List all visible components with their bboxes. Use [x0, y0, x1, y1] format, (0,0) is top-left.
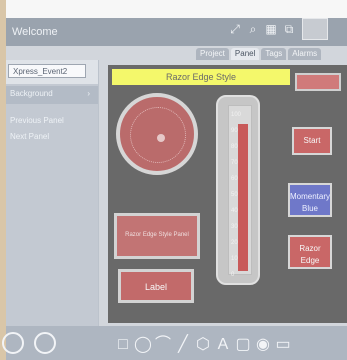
top-area — [6, 0, 347, 19]
razor-edge-panel[interactable]: Razor Edge Style Panel — [114, 213, 200, 259]
page-icon-button[interactable] — [302, 18, 328, 40]
canvas-title: Razor Edge Style — [112, 69, 290, 85]
tab-panel[interactable]: Panel — [230, 48, 260, 60]
razor-edge-panel-label: Razor Edge Style Panel — [125, 232, 189, 238]
background-row[interactable]: Background › — [6, 86, 98, 104]
tick-70: 70 — [231, 160, 238, 166]
play-right-button[interactable] — [34, 332, 56, 354]
circle-icon[interactable]: ◉ — [254, 336, 272, 354]
thermometer-fill — [238, 123, 248, 271]
tick-40: 40 — [231, 208, 238, 214]
object-name-field[interactable]: Xpress_Event2 — [8, 64, 86, 78]
app-window: Welcome ⤢ ⌕ ▦ ⧉ Project Panel Tags Alarm… — [2, 18, 347, 360]
start-button[interactable]: Start — [292, 127, 332, 155]
line-icon[interactable]: ╱ — [174, 336, 192, 354]
ellipse-icon[interactable]: ◯ — [134, 336, 152, 354]
tick-30: 30 — [231, 224, 238, 230]
tick-50: 50 — [231, 192, 238, 198]
tick-60: 60 — [231, 176, 238, 182]
tick-20: 20 — [231, 240, 238, 246]
thermometer[interactable]: 100 90 80 70 60 50 40 30 20 10 0 — [216, 95, 260, 285]
tab-alarms[interactable]: Alarms — [288, 48, 322, 60]
panel-tabs: Project Panel Tags Alarms — [196, 48, 322, 60]
gauge-center — [157, 134, 165, 142]
tab-tags[interactable]: Tags — [261, 48, 287, 60]
razor-edge-button[interactable]: Razor Edge — [288, 235, 332, 269]
polygon-icon[interactable]: ⬡ — [194, 336, 212, 354]
tick-90: 90 — [231, 128, 238, 134]
picture-icon[interactable]: ▢ — [234, 336, 252, 354]
tab-project[interactable]: Project — [196, 48, 229, 60]
bottom-toolbar: □ ◯ ⌒ ╱ ⬡ A ▢ ◉ ▭ — [2, 326, 347, 360]
text-icon[interactable]: A — [214, 336, 232, 354]
object-properties-panel: Xpress_Event2 Background › Previous Pane… — [6, 60, 99, 326]
object-name-row: Xpress_Event2 — [6, 60, 98, 84]
play-left-button[interactable] — [2, 332, 24, 354]
tick-80: 80 — [231, 144, 238, 150]
label-box[interactable]: Label — [118, 269, 194, 303]
title-bar: Welcome ⤢ ⌕ ▦ ⧉ — [6, 18, 347, 46]
gauge[interactable] — [116, 93, 198, 175]
arc-icon[interactable]: ⌒ — [154, 336, 172, 354]
search-icon[interactable]: ⌕ — [246, 22, 260, 36]
tick-10: 10 — [231, 256, 238, 262]
design-canvas: Razor Edge Style 100 90 80 70 60 50 40 3… — [108, 65, 347, 323]
tick-100: 100 — [231, 112, 242, 118]
copy-icon[interactable]: ⧉ — [282, 22, 296, 36]
grid-icon[interactable]: ▦ — [264, 22, 278, 36]
window-title: Welcome — [12, 26, 58, 38]
tick-0: 0 — [231, 272, 235, 278]
background-label: Background — [10, 89, 53, 98]
next-panel-item[interactable]: Next Panel — [10, 132, 49, 141]
zoom-fit-icon[interactable]: ⤢ — [228, 22, 242, 36]
minus-icon[interactable]: ▭ — [274, 336, 292, 354]
rectangle-icon[interactable]: □ — [114, 336, 132, 354]
previous-panel-item[interactable]: Previous Panel — [10, 116, 64, 125]
top-right-indicator — [295, 73, 341, 91]
label-text: Label — [144, 282, 168, 292]
chevron-right-icon: › — [87, 89, 90, 98]
momentary-blue-button[interactable]: Momentary Blue — [288, 183, 332, 217]
